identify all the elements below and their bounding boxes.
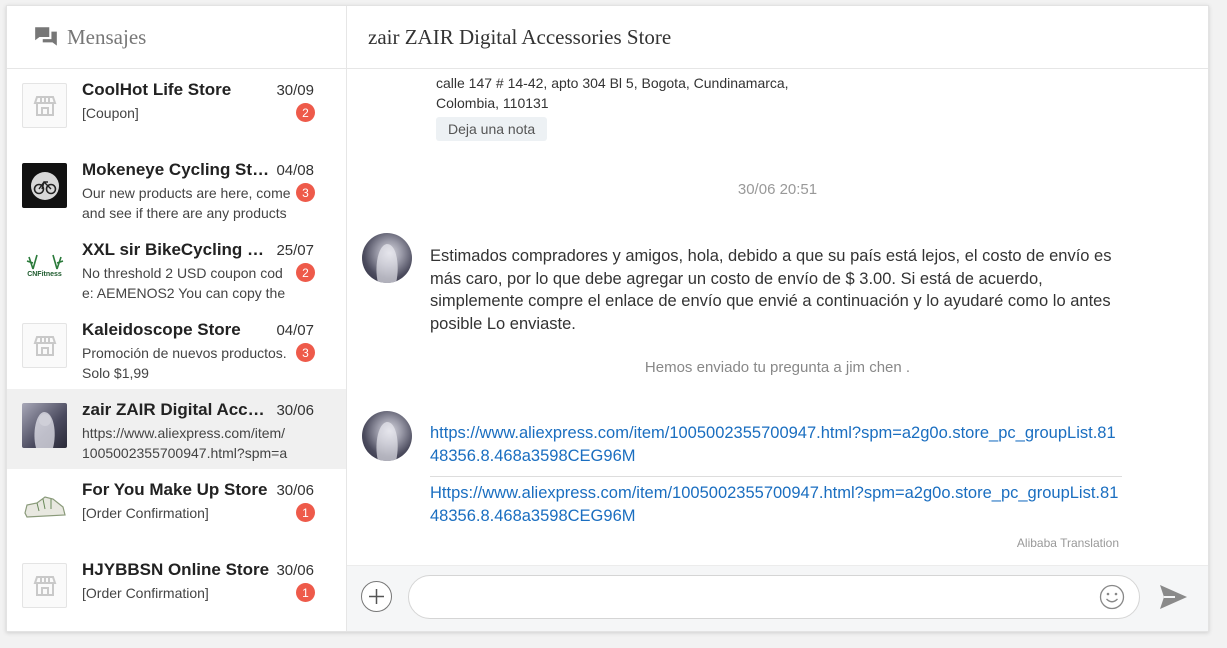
translation-divider bbox=[430, 476, 1122, 477]
conversation-item[interactable]: HJYBBSN Online Store 30/06 [Order Confir… bbox=[7, 549, 346, 629]
emoji-icon[interactable] bbox=[1099, 584, 1125, 610]
conversation-date: 30/09 bbox=[276, 82, 314, 99]
address-line: calle 147 # 14-42, apto 304 Bl 5, Bogota… bbox=[436, 75, 789, 91]
conversation-date: 04/07 bbox=[276, 322, 314, 339]
system-notice: Hemos enviado tu pregunta a jim chen . bbox=[644, 359, 911, 376]
message-area[interactable]: calle 147 # 14-42, apto 304 Bl 5, Bogota… bbox=[347, 69, 1208, 566]
seller-message: Estimados compradores y amigos, hola, de… bbox=[430, 247, 1112, 333]
message-input-bar bbox=[347, 565, 1208, 631]
unread-badge: 2 bbox=[296, 103, 315, 122]
conversation-list: CoolHot Life Store 30/09 [Coupon] 2 Moke… bbox=[7, 69, 346, 629]
conversation-item[interactable]: Mokeneye Cycling Store 04/08 Our new pro… bbox=[7, 149, 346, 229]
sidebar-title: Mensajes bbox=[67, 24, 147, 49]
message-timestamp: 30/06 20:51 bbox=[737, 181, 818, 198]
unread-badge: 1 bbox=[296, 583, 315, 602]
conversation-preview: Promoción de nuevos productos. Solo $1,9… bbox=[82, 345, 287, 381]
conversation-item[interactable]: CNFitness XXL sir BikeCycling Store 25/0… bbox=[7, 229, 346, 309]
shoe-photo bbox=[22, 483, 67, 528]
conversation-preview: No threshold 2 USD coupon code: AEMENOS2… bbox=[82, 265, 286, 301]
conversation-item[interactable]: For You Make Up Store 30/06 [Order Confi… bbox=[7, 469, 346, 549]
conversation-date: 30/06 bbox=[276, 562, 314, 579]
profile-photo bbox=[22, 403, 67, 448]
conversation-name: XXL sir BikeCycling Store bbox=[82, 240, 272, 259]
conversation-preview: [Order Confirmation] bbox=[82, 585, 209, 601]
conversation-item-active[interactable]: zair ZAIR Digital Accessories Store 30/0… bbox=[7, 389, 346, 469]
conversation-sidebar: Mensajes CoolHot Life Store 30/09 [Coupo… bbox=[7, 6, 347, 631]
store-icon bbox=[22, 83, 67, 128]
address-line: Colombia, 110131 bbox=[436, 95, 549, 111]
bicycle-logo bbox=[22, 163, 67, 208]
unread-badge: 1 bbox=[296, 503, 315, 522]
leave-note-button[interactable]: Deja una nota bbox=[436, 117, 548, 141]
product-link[interactable]: https://www.aliexpress.com/item/10050023… bbox=[430, 422, 1120, 467]
store-icon bbox=[22, 563, 67, 608]
conversation-name: Kaleidoscope Store bbox=[82, 320, 241, 339]
translated-link[interactable]: Https://www.aliexpress.com/item/10050023… bbox=[430, 482, 1120, 527]
conversation-name: For You Make Up Store bbox=[82, 480, 268, 499]
conversation-date: 30/06 bbox=[276, 482, 314, 499]
cnfitness-logo-text: CNFitness bbox=[27, 271, 62, 278]
unread-badge: 2 bbox=[296, 263, 315, 282]
seller-avatar bbox=[362, 233, 412, 283]
unread-badge: 3 bbox=[296, 343, 315, 362]
conversation-name: Mokeneye Cycling Store bbox=[82, 160, 272, 179]
chat-bubbles-icon bbox=[35, 27, 57, 46]
send-icon[interactable] bbox=[1159, 584, 1188, 610]
chat-title: zair ZAIR Digital Accessories Store bbox=[368, 24, 672, 49]
message-input[interactable] bbox=[408, 575, 1140, 619]
conversation-preview: [Coupon] bbox=[82, 105, 139, 121]
conversation-item[interactable]: Kaleidoscope Store 04/07 Promoción de nu… bbox=[7, 309, 346, 389]
unread-badge: 3 bbox=[296, 183, 315, 202]
conversation-preview: https://www.aliexpress.com/item/10050023… bbox=[82, 425, 288, 461]
chat-header: zair ZAIR Digital Accessories Store bbox=[347, 6, 1208, 69]
cnfitness-logo: CNFitness bbox=[22, 243, 67, 288]
conversation-name: CoolHot Life Store bbox=[82, 80, 232, 99]
conversation-name: HJYBBSN Online Store bbox=[82, 560, 270, 579]
plus-icon[interactable] bbox=[361, 581, 392, 612]
conversation-date: 25/07 bbox=[276, 242, 314, 259]
conversation-date: 04/08 bbox=[276, 162, 314, 179]
seller-avatar bbox=[362, 411, 412, 461]
chat-panel: zair ZAIR Digital Accessories Store call… bbox=[347, 6, 1208, 631]
conversation-preview: [Order Confirmation] bbox=[82, 505, 209, 521]
shipping-address: calle 147 # 14-42, apto 304 Bl 5, Bogota… bbox=[436, 73, 789, 113]
conversation-preview: Our new products are here, come and see … bbox=[82, 185, 291, 221]
conversation-name: zair ZAIR Digital Accessories Store bbox=[82, 400, 272, 419]
translation-label: Alibaba Translation bbox=[1016, 536, 1119, 550]
messenger-window: Mensajes CoolHot Life Store 30/09 [Coupo… bbox=[6, 5, 1209, 632]
conversation-item[interactable]: CoolHot Life Store 30/09 [Coupon] 2 bbox=[7, 69, 346, 149]
store-icon bbox=[22, 323, 67, 368]
sidebar-header: Mensajes bbox=[7, 6, 346, 69]
conversation-date: 30/06 bbox=[276, 402, 314, 419]
